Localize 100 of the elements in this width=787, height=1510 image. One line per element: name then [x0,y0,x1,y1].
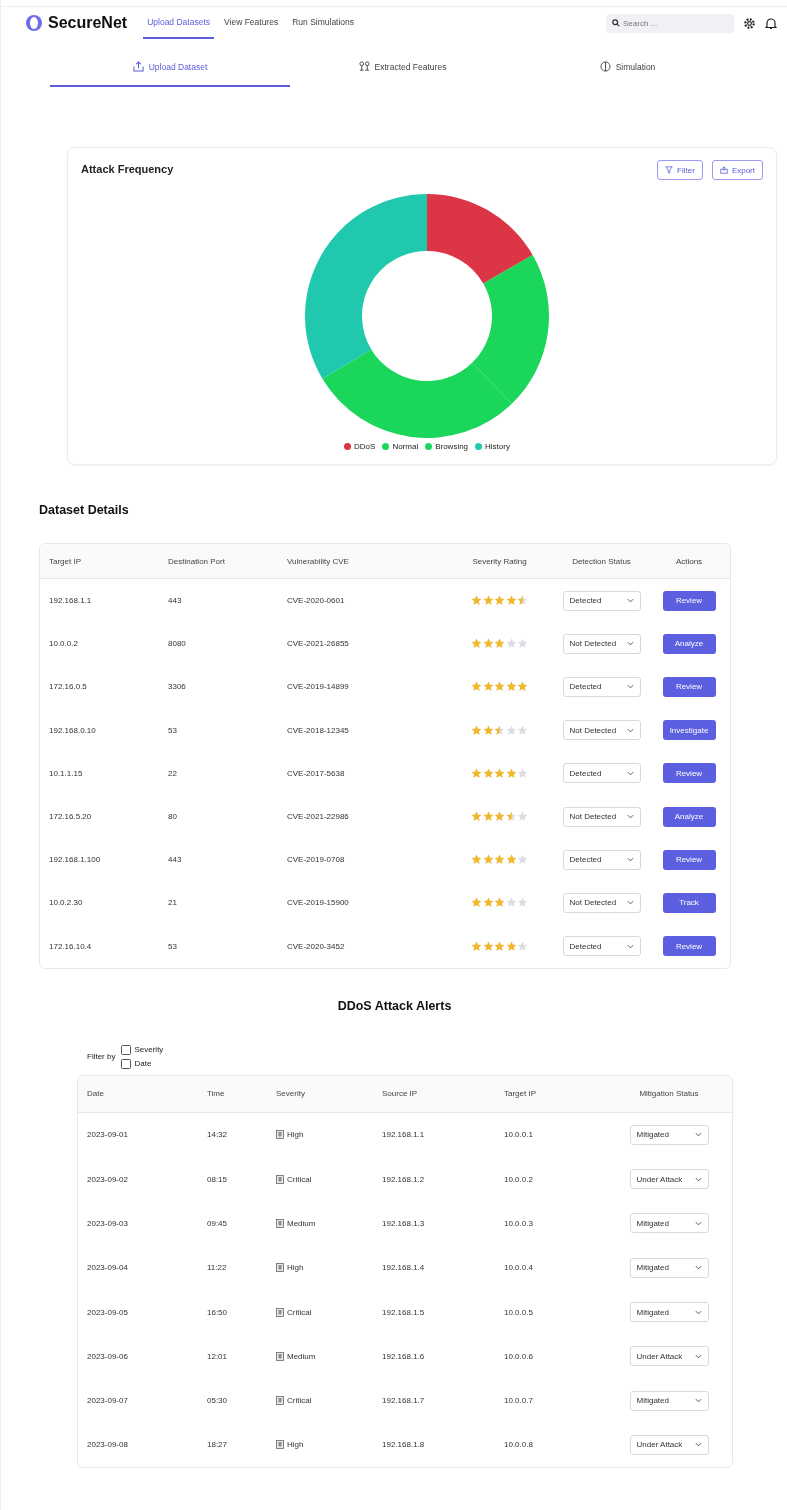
table-cell-text: 2023-09-06 [87,1351,129,1361]
severity-label: Medium [287,1218,316,1228]
section-tab[interactable]: Extracted Features [290,53,515,87]
legend-label: DDoS [354,442,376,451]
nav-link[interactable]: View Features [220,7,283,39]
severity-icon [276,1263,284,1273]
nodes-icon [358,61,370,72]
table-cell-text: 3306 [168,682,187,692]
table-cell-text: 10.0.0.2 [504,1174,534,1184]
severity-icon [276,1351,284,1361]
table-cell-text: CVE-2019-0708 [287,855,346,865]
table-cell-text: 8080 [168,639,187,649]
table-cell-text: 2023-09-08 [87,1440,129,1450]
search-icon [612,19,620,27]
section-title: Dataset Details [39,503,130,517]
table-cell-text: 11:22 [207,1263,228,1273]
nav-link[interactable]: Run Simulations [288,7,359,39]
column-header: Source IP [382,1089,419,1099]
status-dropdown[interactable]: Not Detected [562,892,641,913]
legend-label: Normal [392,442,419,451]
status-dropdown[interactable]: Not Detected [562,806,641,827]
column-header: Severity [276,1089,306,1099]
filter-button[interactable]: Filter [657,160,703,180]
table-cell-text: CVE-2017-5638 [287,768,346,778]
section-tab[interactable]: Upload Dataset [50,53,290,87]
table-cell-text: 18:27 [207,1440,229,1450]
upload-icon [132,61,144,72]
chevron-down-icon [626,943,634,949]
status-dropdown[interactable]: Under Attack [629,1434,709,1455]
column-header: Vulnerability CVE [287,556,350,566]
table-cell-text: 192.168.1.100 [49,855,102,865]
status-dropdown[interactable]: Mitigated [629,1302,709,1322]
status-dropdown[interactable]: Mitigated [629,1257,709,1278]
action-button[interactable]: Review [662,936,716,957]
table-cell-text: 192.168.1.3 [382,1218,426,1228]
table-cell-text: CVE-2020-3452 [287,941,346,951]
chevron-down-icon [694,1309,702,1315]
chevron-down-icon [626,857,634,863]
severity-icon [276,1307,284,1317]
severity-label: Critical [287,1396,312,1406]
table-cell-text: 2023-09-05 [87,1307,129,1317]
table-cell-text: 05:30 [207,1396,229,1406]
legend-label: Browsing [435,442,469,451]
action-button[interactable]: Analyze [662,633,716,654]
action-button[interactable]: Investigate [662,720,716,741]
chevron-down-icon [694,1176,702,1182]
table-cell-text: 10.0.0.7 [504,1396,534,1406]
status-dropdown[interactable]: Detected [562,936,641,957]
action-button[interactable]: Track [662,892,716,913]
status-dropdown[interactable]: Detected [562,849,641,870]
status-dropdown[interactable]: Mitigated [629,1390,709,1411]
table-cell-text: 172.16.10.4 [49,941,93,951]
section-tab[interactable]: Simulation [515,53,740,87]
action-button[interactable]: Review [662,849,716,870]
checkbox[interactable] [121,1058,132,1069]
table-cell-text: 2023-09-01 [87,1130,129,1140]
table-cell-text: 172.16.0.5 [49,682,88,692]
table-cell-text: CVE-2021-26855 [287,639,350,649]
logo-icon [25,14,43,32]
status-dropdown[interactable]: Detected [562,676,641,697]
table-cell-text: 10.0.0.1 [504,1130,534,1140]
status-dropdown[interactable]: Mitigated [629,1213,709,1234]
export-button[interactable]: Export [711,160,763,180]
table-cell-text: 08:15 [207,1174,229,1184]
chevron-down-icon [694,1132,702,1138]
table-cell-text: CVE-2021-22986 [287,812,350,822]
settings-icon[interactable] [743,16,756,30]
chevron-down-icon [694,1442,702,1448]
column-header: Target IP [504,1089,537,1099]
table-cell-text: 10.0.2.30 [49,898,84,908]
status-dropdown[interactable]: Not Detected [562,633,641,654]
table-cell-text: 21 [168,898,178,908]
column-header: Time [207,1089,226,1099]
table-cell-text: 172.16.5.20 [49,812,93,822]
table-cell-text: 10.0.0.6 [504,1351,534,1361]
checkbox[interactable] [121,1044,132,1055]
action-button[interactable]: Analyze [662,806,716,827]
chart-title: Attack Frequency [81,163,174,177]
table-cell-text: 10.0.0.3 [504,1218,534,1228]
section-title: DDoS Attack Alerts [336,998,453,1013]
status-dropdown[interactable]: Detected [562,763,641,784]
status-dropdown[interactable]: Detected [562,590,641,611]
half-circle-icon [599,61,611,72]
status-dropdown[interactable]: Under Attack [629,1346,709,1367]
table-cell-text: CVE-2019-15900 [287,898,350,908]
table-cell-text: 2023-09-07 [87,1396,129,1406]
status-dropdown[interactable]: Not Detected [562,720,641,741]
table-cell-text: 443 [168,596,183,606]
nav-link[interactable]: Upload Datasets [143,7,214,39]
action-button[interactable]: Review [662,590,716,611]
severity-icon [276,1396,284,1406]
severity-icon [276,1130,284,1140]
table-cell-text: 10.0.0.8 [504,1440,534,1450]
action-button[interactable]: Review [662,676,716,697]
status-dropdown[interactable]: Mitigated [629,1124,709,1145]
notification-bell-icon[interactable] [765,16,777,30]
status-dropdown[interactable]: Under Attack [629,1169,709,1190]
search-field[interactable]: Search ... [606,13,734,33]
severity-icon [276,1440,284,1450]
action-button[interactable]: Review [662,763,716,784]
